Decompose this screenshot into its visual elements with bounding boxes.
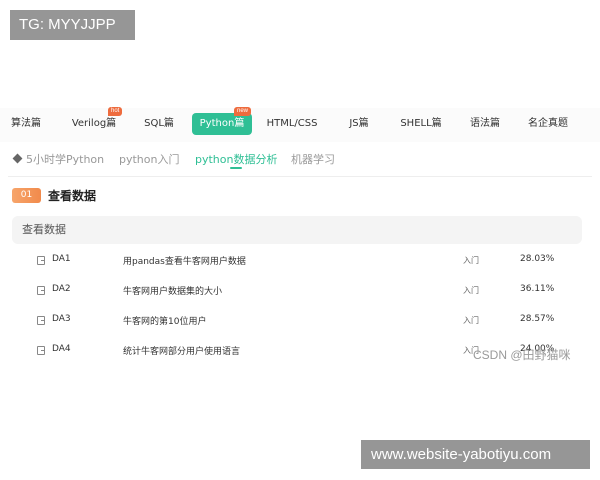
section-number-badge: 01 — [12, 188, 41, 203]
document-icon — [37, 316, 45, 325]
watermark-top: TG: MYYJJPP — [10, 10, 135, 40]
csdn-watermark: CSDN @田野猫咪 — [473, 348, 571, 362]
category-tabs: 算法篇 Verilog篇 hot SQL篇 Python篇 new HTML/C… — [0, 107, 600, 142]
difficulty-level: 入门 — [463, 256, 479, 265]
section-title: 查看数据 — [48, 189, 97, 203]
difficulty-level: 入门 — [463, 316, 479, 325]
pass-rate: 36.11% — [520, 284, 555, 294]
document-icon — [37, 256, 45, 265]
problem-title[interactable]: 牛客网的第10位用户 — [123, 314, 206, 327]
tab-html-css[interactable]: HTML/CSS — [262, 113, 322, 135]
new-badge: new — [234, 107, 252, 116]
page: TG: MYYJJPP 算法篇 Verilog篇 hot SQL篇 Python… — [0, 0, 600, 480]
problem-title[interactable]: 统计牛客网部分用户使用语言 — [123, 344, 240, 357]
document-icon — [37, 346, 45, 355]
problem-row-da3[interactable]: DA3 牛客网的第10位用户 入门 28.57% — [8, 306, 592, 336]
hot-badge: hot — [108, 107, 123, 116]
sub-navigation: 5小时学Python python入门 python数据分析 机器学习 — [8, 142, 592, 177]
problem-row-da2[interactable]: DA2 牛客网用户数据集的大小 入门 36.11% — [8, 276, 592, 306]
top-navigation: 算法篇 Verilog篇 hot SQL篇 Python篇 new HTML/C… — [0, 107, 600, 142]
list-header: 查看数据 — [12, 216, 582, 244]
tab-company-questions[interactable]: 名企真题 — [522, 113, 574, 135]
pass-rate: 28.03% — [520, 254, 555, 264]
tab-algorithm[interactable]: 算法篇 — [6, 113, 46, 135]
difficulty-level: 入门 — [463, 286, 479, 295]
pass-rate: 28.57% — [520, 314, 555, 324]
document-icon — [37, 286, 45, 295]
subtab-machine-learning[interactable]: 机器学习 — [291, 151, 335, 167]
active-underline — [230, 167, 242, 169]
tab-python[interactable]: Python篇 new — [192, 107, 252, 135]
tab-sql[interactable]: SQL篇 — [138, 113, 180, 135]
subtab-5h-python[interactable]: 5小时学Python — [26, 151, 104, 167]
diamond-icon — [12, 153, 23, 164]
problem-code: DA3 — [52, 314, 71, 324]
problem-code: DA4 — [52, 344, 71, 354]
watermark-bottom: www.website-yabotiyu.com — [361, 440, 590, 469]
tab-shell[interactable]: SHELL篇 — [396, 113, 446, 135]
problem-code: DA1 — [52, 254, 71, 264]
content-card: 5小时学Python python入门 python数据分析 机器学习 01 查… — [8, 142, 592, 372]
subtab-python-intro[interactable]: python入门 — [119, 151, 179, 167]
subtab-python-data-analysis[interactable]: python数据分析 — [195, 151, 277, 167]
problem-title[interactable]: 用pandas查看牛客网用户数据 — [123, 254, 246, 267]
problem-title[interactable]: 牛客网用户数据集的大小 — [123, 284, 222, 297]
problem-row-da1[interactable]: DA1 用pandas查看牛客网用户数据 入门 28.03% — [8, 246, 592, 276]
problem-code: DA2 — [52, 284, 71, 294]
tab-verilog[interactable]: Verilog篇 hot — [64, 107, 124, 135]
tab-grammar[interactable]: 语法篇 — [462, 113, 508, 135]
tab-js[interactable]: JS篇 — [338, 113, 380, 135]
